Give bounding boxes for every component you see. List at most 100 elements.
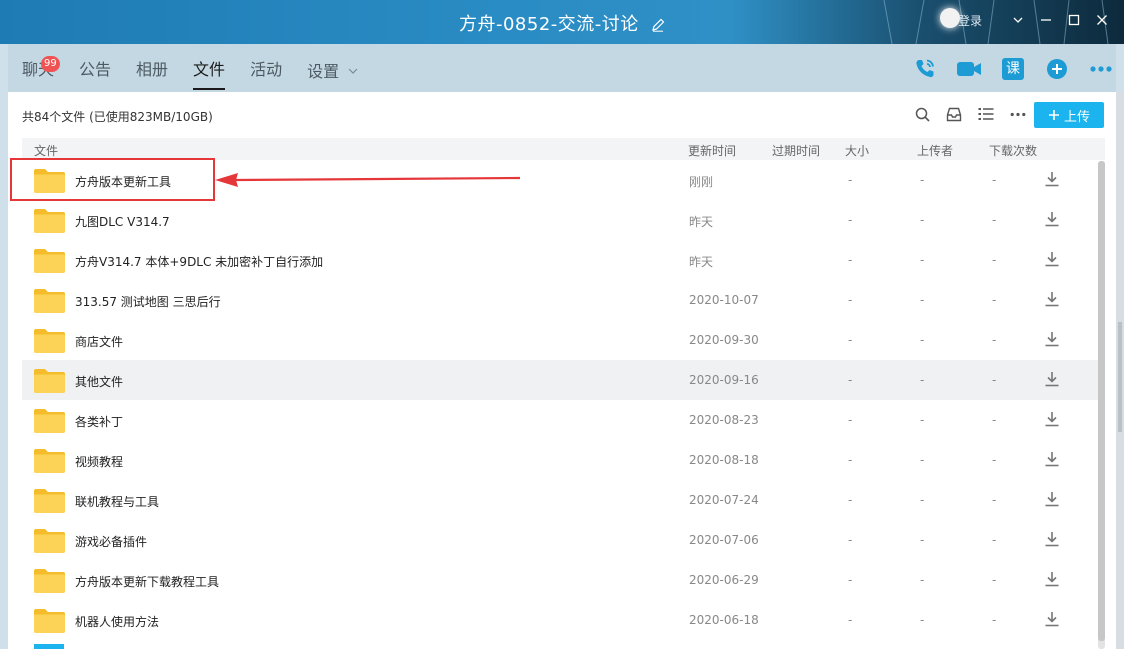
course-icon[interactable]: 课 bbox=[998, 54, 1028, 84]
download-icon[interactable] bbox=[1044, 611, 1060, 627]
file-name: 313.57 测试地图 三思后行 bbox=[75, 295, 221, 309]
download-icon[interactable] bbox=[1044, 331, 1060, 347]
close-icon[interactable] bbox=[1088, 6, 1116, 34]
file-name: 方舟版本更新下载教程工具 bbox=[75, 575, 220, 589]
download-icon[interactable] bbox=[1044, 491, 1060, 507]
folder-icon bbox=[34, 489, 65, 513]
list-view-icon[interactable] bbox=[978, 106, 994, 122]
tab-label: 活动 bbox=[250, 60, 283, 79]
file-name: 方舟V314.7 本体+9DLC 未加密补丁自行添加 bbox=[75, 255, 324, 269]
download-icon[interactable] bbox=[1044, 531, 1060, 547]
unread-badge: 99 bbox=[41, 56, 60, 72]
expire-time: - bbox=[992, 173, 997, 187]
more-icon[interactable] bbox=[1086, 54, 1116, 84]
tab-label: 公告 bbox=[79, 60, 112, 79]
annotation-highlight-box bbox=[10, 158, 215, 201]
column-size[interactable]: 大小 bbox=[845, 142, 869, 159]
storage-summary: 共84个文件 (已使用823MB/10GB) bbox=[22, 110, 213, 124]
file-name: 九图DLC V314.7 bbox=[75, 215, 170, 229]
uploader: - bbox=[920, 213, 925, 227]
file-name: 视频教程 bbox=[75, 455, 124, 469]
tab-announcement[interactable]: 公告 bbox=[79, 60, 111, 90]
tab-album[interactable]: 相册 bbox=[136, 60, 168, 90]
column-file[interactable]: 文件 bbox=[34, 142, 58, 159]
file-size: - bbox=[848, 373, 853, 387]
column-expire[interactable]: 过期时间 bbox=[772, 142, 820, 159]
column-uploader[interactable]: 上传者 bbox=[917, 142, 953, 159]
updated-time: 昨天 bbox=[689, 255, 714, 269]
file-toolbar bbox=[914, 106, 1026, 122]
uploader: - bbox=[920, 413, 925, 427]
file-row[interactable]: 各类补丁 2020-08-23 - - - bbox=[22, 400, 1098, 440]
expire-time: - bbox=[992, 493, 997, 507]
updated-time: 2020-09-16 bbox=[689, 373, 759, 387]
maximize-icon[interactable] bbox=[1060, 6, 1088, 34]
upload-button[interactable]: 上传 bbox=[1034, 102, 1104, 128]
file-row[interactable]: 九图DLC V314.7 昨天 - - - bbox=[22, 200, 1098, 240]
scrollbar[interactable] bbox=[1098, 161, 1105, 649]
more-options-icon[interactable] bbox=[1010, 106, 1026, 122]
download-icon[interactable] bbox=[1044, 571, 1060, 587]
updated-time: 2020-10-07 bbox=[689, 293, 759, 307]
column-updated[interactable]: 更新时间 bbox=[688, 142, 736, 159]
download-icon[interactable] bbox=[1044, 171, 1060, 187]
updated-time: 2020-07-24 bbox=[689, 493, 759, 507]
download-icon[interactable] bbox=[1044, 451, 1060, 467]
file-row[interactable]: 机器人使用方法 2020-06-18 - - - bbox=[22, 600, 1098, 640]
phone-icon[interactable] bbox=[910, 54, 940, 84]
folder-icon bbox=[34, 529, 65, 553]
dropdown-icon[interactable] bbox=[1004, 6, 1032, 34]
folder-icon bbox=[34, 289, 65, 313]
file-size: - bbox=[848, 293, 853, 307]
tab-activity[interactable]: 活动 bbox=[250, 60, 282, 90]
next-row-folder-peek bbox=[34, 644, 64, 649]
uploader: - bbox=[920, 453, 925, 467]
folder-icon bbox=[34, 609, 65, 633]
folder-icon bbox=[34, 209, 65, 233]
search-icon[interactable] bbox=[914, 106, 930, 122]
download-icon[interactable] bbox=[1044, 211, 1060, 227]
inbox-icon[interactable] bbox=[946, 106, 962, 122]
updated-time: 2020-06-18 bbox=[689, 613, 759, 627]
column-downloads[interactable]: 下载次数 bbox=[989, 142, 1037, 159]
download-icon[interactable] bbox=[1044, 371, 1060, 387]
expire-time: - bbox=[992, 253, 997, 267]
expire-time: - bbox=[992, 613, 997, 627]
tab-files[interactable]: 文件 bbox=[193, 60, 226, 90]
download-icon[interactable] bbox=[1044, 251, 1060, 267]
file-row[interactable]: 其他文件 2020-09-16 - - - bbox=[22, 360, 1098, 400]
tab-label: 相册 bbox=[136, 60, 169, 79]
folder-icon bbox=[34, 329, 65, 353]
file-size: - bbox=[848, 613, 853, 627]
file-row[interactable]: 商店文件 2020-09-30 - - - bbox=[22, 320, 1098, 360]
file-row[interactable]: 视频教程 2020-08-18 - - - bbox=[22, 440, 1098, 480]
file-row[interactable]: 游戏必备插件 2020-07-06 - - - bbox=[22, 520, 1098, 560]
add-icon[interactable] bbox=[1042, 54, 1072, 84]
download-icon[interactable] bbox=[1044, 291, 1060, 307]
video-icon[interactable] bbox=[954, 54, 984, 84]
file-row[interactable]: 方舟版本更新下载教程工具 2020-06-29 - - - bbox=[22, 560, 1098, 600]
window-title: 方舟-0852-交流-讨论 bbox=[0, 10, 1124, 37]
file-row[interactable]: 313.57 测试地图 三思后行 2020-10-07 - - - bbox=[22, 280, 1098, 320]
file-name: 游戏必备插件 bbox=[75, 535, 148, 549]
edit-icon[interactable] bbox=[651, 16, 665, 37]
download-icon[interactable] bbox=[1044, 411, 1060, 427]
file-name: 商店文件 bbox=[75, 335, 124, 349]
file-list: 方舟版本更新工具 刚刚 - - - 九图DLC V314.7 昨天 - - - … bbox=[22, 160, 1098, 640]
chevron-down-icon bbox=[348, 60, 358, 80]
tab-label: 设置 bbox=[307, 62, 340, 81]
file-row[interactable]: 方舟V314.7 本体+9DLC 未加密补丁自行添加 昨天 - - - bbox=[22, 240, 1098, 280]
updated-time: 2020-07-06 bbox=[689, 533, 759, 547]
tab-chat[interactable]: 聊天 99 bbox=[22, 56, 60, 90]
expire-time: - bbox=[992, 573, 997, 587]
plus-icon bbox=[1048, 110, 1059, 120]
annotation-arrow bbox=[215, 173, 521, 187]
minimize-icon[interactable] bbox=[1032, 6, 1060, 34]
uploader: - bbox=[920, 533, 925, 547]
scroll-thumb[interactable] bbox=[1098, 161, 1105, 641]
expire-time: - bbox=[992, 373, 997, 387]
file-row[interactable]: 联机教程与工具 2020-07-24 - - - bbox=[22, 480, 1098, 520]
uploader: - bbox=[920, 613, 925, 627]
title-bar: 登录 方舟-0852-交流-讨论 bbox=[0, 0, 1124, 44]
tab-settings[interactable]: 设置 bbox=[307, 60, 358, 90]
